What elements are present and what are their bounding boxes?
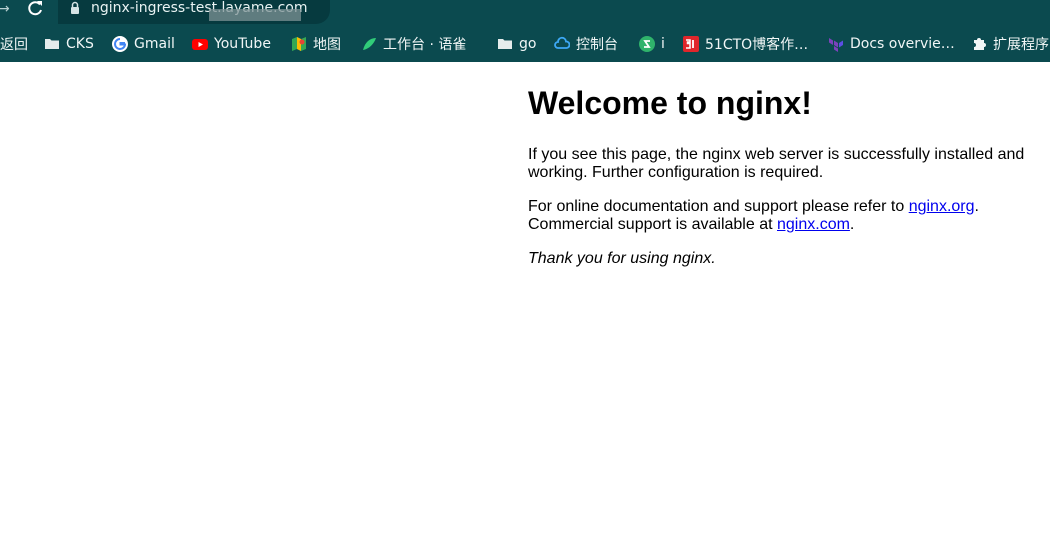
terraform-icon — [829, 38, 843, 52]
bookmark-console[interactable]: 控制台 — [554, 34, 618, 54]
51cto-icon — [683, 36, 699, 52]
google-icon — [112, 36, 128, 52]
reload-icon[interactable] — [26, 0, 44, 18]
s-logo-icon — [639, 36, 655, 52]
bookmark-label: CKS — [66, 36, 94, 52]
nginx-welcome-content: Welcome to nginx! If you see this page, … — [528, 62, 1043, 268]
docs-period: . — [974, 198, 979, 215]
bookmark-label: Gmail — [134, 36, 175, 52]
bookmark-gmail[interactable]: Gmail — [112, 34, 175, 54]
bookmark-maps[interactable]: 地图 — [291, 34, 341, 54]
bookmark-go[interactable]: go — [497, 34, 536, 54]
bookmark-51cto[interactable]: 51CTO博客作… — [683, 34, 808, 54]
lock-icon[interactable] — [70, 1, 80, 15]
bookmark-label: go — [519, 36, 537, 52]
redacted-region — [209, 9, 301, 21]
page-heading: Welcome to nginx! — [528, 85, 812, 121]
bookmark-i[interactable]: i — [639, 34, 665, 54]
yuque-icon — [363, 38, 376, 50]
bookmark-label: YouTube — [214, 36, 271, 52]
address-row: → nginx-ingress-test.layame.com — [0, 0, 1050, 26]
bookmark-yuque[interactable]: 工作台 · 语雀 — [361, 34, 466, 54]
bookmark-label: 返回 — [0, 37, 28, 53]
bookmark-label: 工作台 · 语雀 — [383, 37, 467, 53]
bookmark-label: Docs overvie… — [850, 36, 955, 52]
install-message: If you see this page, the nginx web serv… — [528, 146, 1025, 181]
bookmark-label: 扩展程序 — [993, 37, 1049, 53]
thank-you-message: Thank you for using nginx. — [528, 250, 716, 267]
bookmark-label: i — [661, 36, 665, 52]
bookmark-extensions[interactable]: 扩展程序 — [971, 34, 1049, 54]
browser-chrome: → nginx-ingress-test.layame.com 返回 CKS G… — [0, 0, 1050, 62]
bookmark-label: 51CTO博客作… — [705, 37, 809, 53]
bookmark-cks[interactable]: CKS — [44, 34, 94, 54]
cloud-icon — [554, 36, 570, 49]
bookmark-docs[interactable]: Docs overvie… — [828, 34, 955, 54]
page-viewport: Welcome to nginx! If you see this page, … — [0, 62, 1050, 550]
bookmark-label: 控制台 — [576, 37, 618, 53]
bookmark-label: 地图 — [313, 37, 341, 53]
bookmark-youtube[interactable]: YouTube — [192, 34, 271, 54]
docs-message: For online documentation and support ple… — [528, 198, 1043, 234]
commercial-text: Commercial support is available at — [528, 216, 777, 233]
docs-text: For online documentation and support ple… — [528, 198, 909, 215]
youtube-icon — [192, 39, 208, 50]
commercial-period: . — [849, 216, 855, 233]
folder-icon — [498, 39, 512, 49]
puzzle-icon — [974, 38, 986, 50]
folder-icon — [45, 39, 59, 49]
bookmark-back[interactable]: 返回 — [0, 34, 28, 54]
maps-icon — [292, 37, 306, 51]
nginx-com-link[interactable]: nginx.com — [777, 216, 850, 233]
forward-arrow-icon[interactable]: → — [0, 0, 10, 18]
nginx-org-link[interactable]: nginx.org — [909, 198, 975, 215]
bookmarks-bar: 返回 CKS Gmail YouTube 地图 工作台 · 语雀 go 控制台 … — [0, 27, 1050, 60]
